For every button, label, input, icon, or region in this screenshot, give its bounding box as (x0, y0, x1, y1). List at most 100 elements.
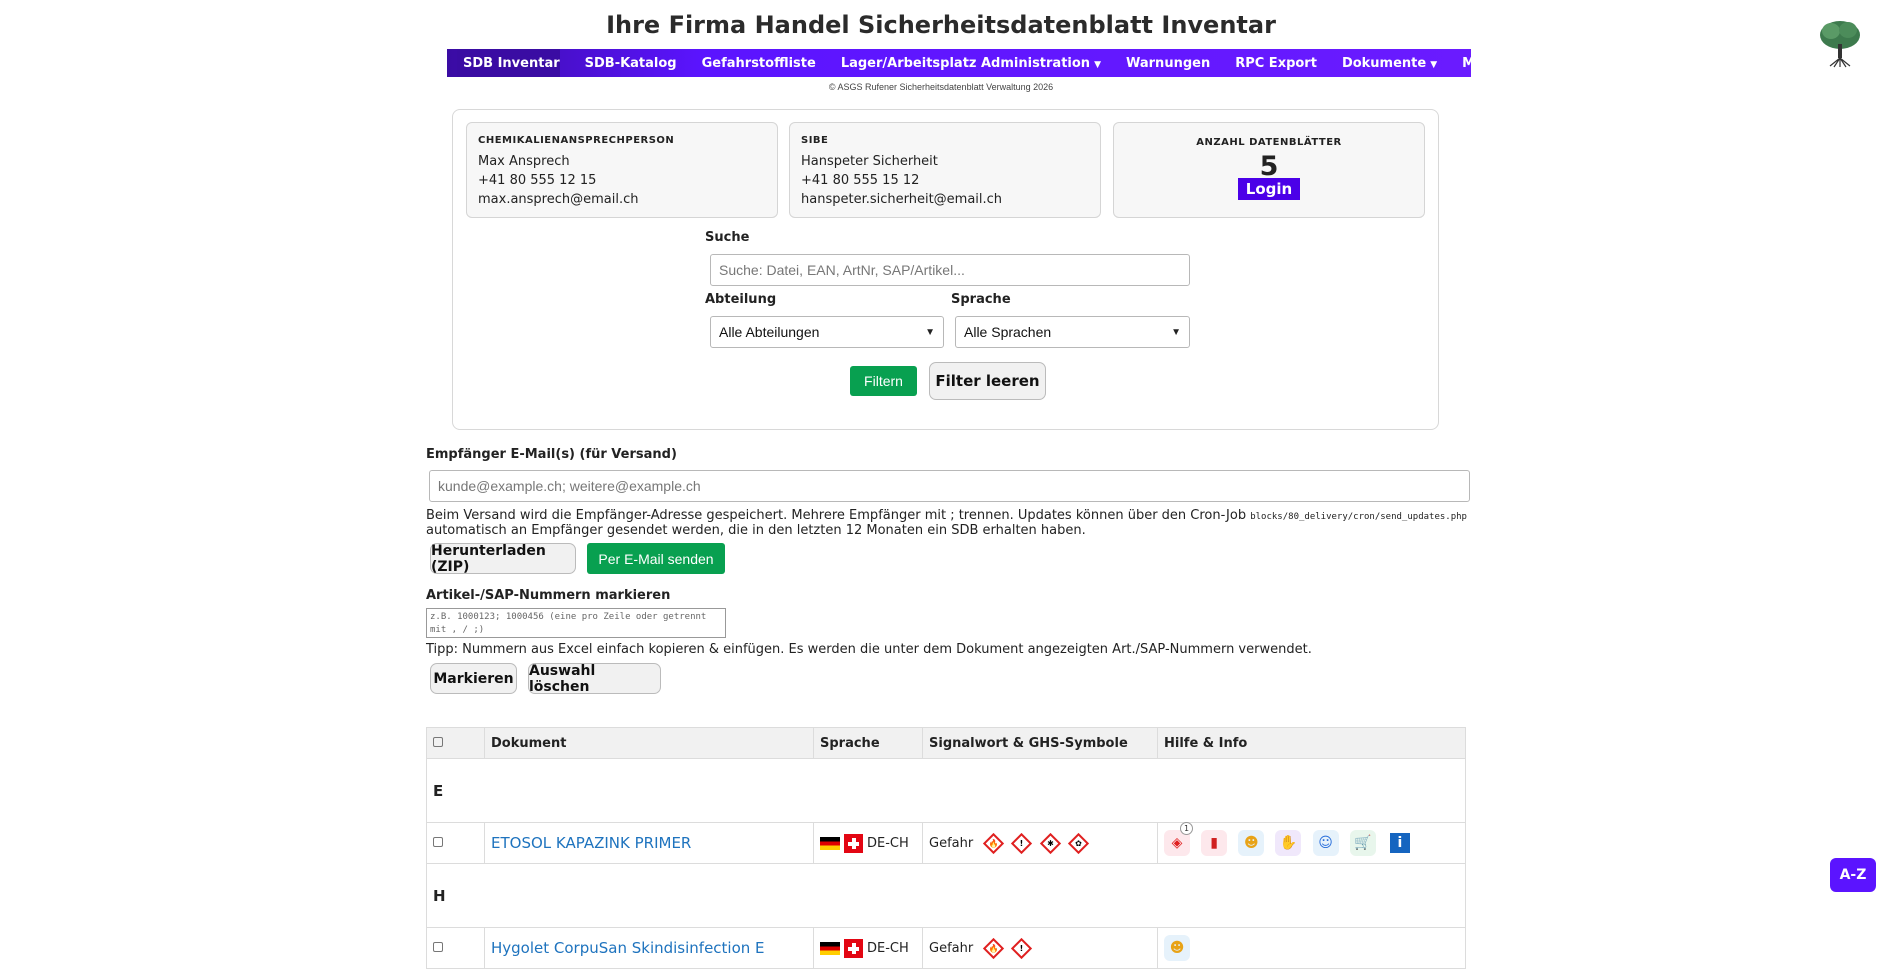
send-email-button[interactable]: Per E-Mail senden (587, 543, 725, 574)
sibe-contact-card: SIBE Hanspeter Sicherheit +41 80 555 15 … (789, 122, 1101, 218)
ghs-exclamation-icon: ! (1011, 937, 1033, 959)
document-link[interactable]: Hygolet CorpuSan Skindisinfection E (491, 939, 765, 957)
nav-meine-daten[interactable]: Meine Daten ▼ (1462, 56, 1566, 71)
select-all-checkbox[interactable] (433, 736, 443, 747)
mark-tip: Tipp: Nummern aus Excel einfach kopieren… (426, 642, 1312, 657)
ghs-flame-icon: 🔥 (983, 937, 1005, 959)
nav-gefahrstoffliste[interactable]: Gefahrstoffliste (702, 56, 816, 71)
german-flag-icon (820, 836, 840, 850)
document-cell: ETOSOL KAPAZINK PRIMER (484, 822, 814, 864)
chem-contact-email: max.ansprech@email.ch (478, 192, 639, 207)
clear-selection-button[interactable]: Auswahl löschen (528, 663, 661, 695)
language-cell: DE-CH (813, 927, 923, 969)
sibe-label: SIBE (801, 135, 829, 146)
login-button[interactable]: Login (1237, 178, 1301, 200)
info-icon[interactable]: i (1386, 830, 1413, 856)
row-checkbox-cell (426, 927, 485, 969)
language-label: Sprache (951, 292, 1011, 307)
copyright-text: © ASGS Rufener Sicherheitsdatenblatt Ver… (828, 82, 1054, 92)
filter-button[interactable]: Filtern (850, 366, 917, 396)
row-checkbox[interactable] (433, 836, 443, 847)
ghs-health-hazard-icon: ✱ (1039, 832, 1061, 854)
search-input[interactable]: Suche: Datei, EAN, ArtNr, SAP/Artikel... (710, 254, 1190, 286)
email-help-text-2: automatisch an Empfänger gesendet werden… (426, 523, 1086, 538)
swiss-flag-icon (844, 833, 863, 853)
chem-contact-name: Max Ansprech (478, 154, 570, 169)
ghs-flame-icon: 🔥 (983, 832, 1005, 854)
documents-table: Dokument Sprache Signalwort & GHS-Symbol… (426, 727, 1466, 969)
hazard-count-badge: 1 (1180, 822, 1193, 835)
caret-down-icon: ▼ (1094, 59, 1101, 70)
protective-glove-icon[interactable]: ✋ (1275, 830, 1302, 856)
sap-numbers-textarea[interactable]: z.B. 1000123; 1000456 (eine pro Zeile od… (426, 608, 726, 638)
sheet-count-label: ANZAHL DATENBLÄTTER (1196, 137, 1342, 148)
document-cell: Hygolet CorpuSan Skindisinfection E (484, 927, 814, 969)
row-checkbox[interactable] (433, 941, 443, 952)
first-aid-face-icon[interactable]: ☻ (1238, 830, 1265, 856)
group-letter-e: E (426, 758, 1466, 823)
nav-sdb-inventar[interactable]: SDB Inventar (457, 49, 560, 77)
col-dokument: Dokument (484, 727, 814, 759)
main-nav: SDB Inventar SDB-Katalog Gefahrstofflist… (447, 49, 1566, 77)
mark-label: Artikel-/SAP-Nummern markieren (426, 588, 671, 603)
signal-word: Gefahr (929, 835, 974, 851)
group-letter-h: H (426, 863, 1466, 928)
chem-contact-phone: +41 80 555 12 15 (478, 173, 597, 188)
email-label: Empfänger E-Mail(s) (für Versand) (426, 447, 677, 462)
caret-down-icon: ▼ (1558, 59, 1566, 70)
language-code: DE-CH (867, 835, 909, 851)
signal-cell: Gefahr 🔥 ! (922, 927, 1158, 969)
nav-sdb-katalog[interactable]: SDB-Katalog (585, 56, 677, 71)
shopping-cart-icon[interactable]: 🛒 (1349, 830, 1376, 856)
language-cell: DE-CH (813, 822, 923, 864)
hazard-info-icon[interactable]: ◈ 1 (1164, 822, 1193, 856)
sibe-email: hanspeter.sicherheit@email.ch (801, 192, 1003, 207)
nav-lager-administration[interactable]: Lager/Arbeitsplatz Administration ▼ (841, 56, 1101, 71)
az-jump-button[interactable]: A-Z (1830, 858, 1876, 892)
clear-filter-button[interactable]: Filter leeren (929, 362, 1046, 400)
nav-dokumente[interactable]: Dokumente ▼ (1342, 56, 1437, 71)
first-aid-face-icon[interactable]: ☻ (1164, 935, 1190, 961)
signal-cell: Gefahr 🔥 ! ✱ ✿ (922, 822, 1158, 864)
group-row: H (426, 863, 1466, 928)
nav-warnungen[interactable]: Warnungen (1126, 56, 1210, 71)
sheet-count-value: 5 (1259, 151, 1279, 182)
page-title: Ihre Firma Handel Sicherheitsdatenblatt … (606, 11, 1276, 39)
download-zip-button[interactable]: Herunterladen (ZIP) (430, 543, 576, 575)
chem-contact-card: CHEMIKALIENANSPRECHPERSON Max Ansprech +… (466, 122, 778, 218)
chevron-down-icon: ▼ (925, 326, 935, 338)
sibe-name: Hanspeter Sicherheit (801, 154, 938, 169)
cron-path: blocks/80_delivery/cron/send_updates.php (1250, 512, 1467, 522)
german-flag-icon (820, 941, 840, 955)
swiss-flag-icon (844, 938, 863, 958)
department-select-value: Alle Abteilungen (719, 324, 820, 340)
sheet-count-card: ANZAHL DATENBLÄTTER 5 Login (1113, 122, 1425, 218)
fire-extinguisher-icon[interactable]: ▮ (1201, 830, 1228, 856)
col-hilfe-info: Hilfe & Info (1157, 727, 1466, 759)
ghs-environment-icon: ✿ (1067, 832, 1089, 854)
table-row: ETOSOL KAPAZINK PRIMER DE-CH Gefahr 🔥 ! … (426, 822, 1466, 864)
document-link[interactable]: ETOSOL KAPAZINK PRIMER (491, 834, 691, 852)
worker-icon[interactable]: ☺ (1312, 830, 1339, 856)
help-info-cell: ◈ 1 ▮ ☻ ✋ ☺ 🛒 i (1157, 822, 1466, 864)
help-info-cell: ☻ (1157, 927, 1466, 969)
mark-button[interactable]: Markieren (430, 663, 517, 694)
signal-word: Gefahr (929, 940, 974, 956)
chem-contact-label: CHEMIKALIENANSPRECHPERSON (478, 135, 675, 146)
search-label: Suche (705, 230, 750, 245)
select-all-cell (426, 727, 485, 759)
sibe-phone: +41 80 555 15 12 (801, 173, 920, 188)
department-select[interactable]: Alle Abteilungen ▼ (710, 316, 944, 348)
col-sprache: Sprache (813, 727, 923, 759)
col-signalwort: Signalwort & GHS-Symbole (922, 727, 1158, 759)
row-checkbox-cell (426, 822, 485, 864)
table-header-row: Dokument Sprache Signalwort & GHS-Symbol… (426, 727, 1466, 759)
nav-rpc-export[interactable]: RPC Export (1235, 56, 1317, 71)
language-select[interactable]: Alle Sprachen ▼ (955, 316, 1190, 348)
caret-down-icon: ▼ (1430, 59, 1438, 70)
department-label: Abteilung (705, 292, 777, 307)
ghs-exclamation-icon: ! (1011, 832, 1033, 854)
language-code: DE-CH (867, 940, 909, 956)
group-row: E (426, 758, 1466, 823)
email-input[interactable]: kunde@example.ch; weitere@example.ch (429, 470, 1470, 502)
